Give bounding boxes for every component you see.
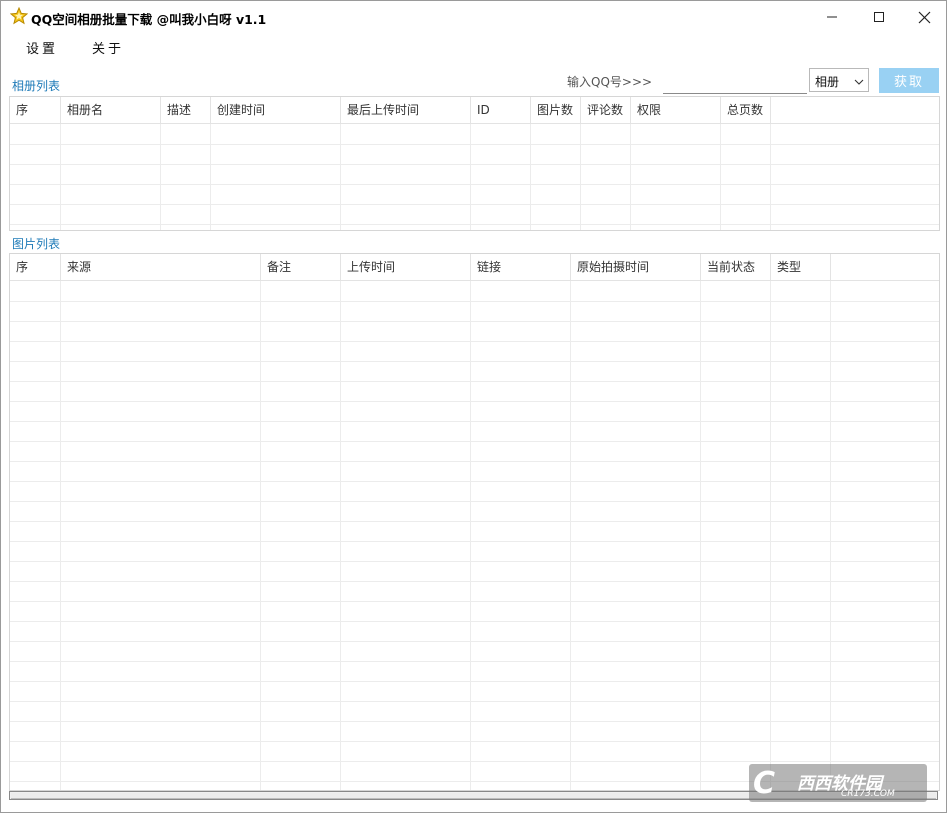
qq-input-label: 输入QQ号>>> [567,75,653,89]
close-button[interactable] [901,1,947,33]
menu-about[interactable]: 关于 [92,38,124,57]
grid-row-line [10,541,939,542]
photo-col-upload-time[interactable]: 上传时间 [341,254,471,280]
grid-row-line [10,184,939,185]
grid-row-line [10,204,939,205]
grid-column-line [570,281,571,790]
grid-column-line [60,281,61,790]
grid-column-line [470,281,471,790]
grid-column-line [700,281,701,790]
grid-row-line [10,601,939,602]
type-select-value: 相册 [815,75,840,89]
photo-col-type[interactable]: 类型 [771,254,831,280]
grid-row-line [10,761,939,762]
album-col-desc[interactable]: 描述 [161,97,211,123]
grid-row-line [10,421,939,422]
album-col-id[interactable]: ID [471,97,531,123]
maximize-button[interactable] [856,1,902,33]
photo-col-shoot-time[interactable]: 原始拍摄时间 [571,254,701,280]
type-select[interactable]: 相册 [809,68,869,92]
album-col-name[interactable]: 相册名 [61,97,161,123]
grid-column-line [470,124,471,230]
album-col-photo-count[interactable]: 图片数 [531,97,581,123]
chevron-down-icon [854,75,864,89]
grid-row-line [10,321,939,322]
grid-row-line [10,341,939,342]
album-table[interactable]: 序 相册名 描述 创建时间 最后上传时间 ID 图片数 评论数 权限 总页数 [9,96,940,231]
grid-row-line [10,641,939,642]
maximize-icon [874,12,884,22]
grid-column-line [770,124,771,230]
grid-row-line [10,581,939,582]
grid-row-line [10,224,939,225]
photo-col-link[interactable]: 链接 [471,254,571,280]
grid-column-line [630,124,631,230]
watermark-subtext: CR173.COM [841,789,895,799]
grid-row-line [10,701,939,702]
title-bar[interactable]: QQ空间相册批量下载 @叫我小白呀 v1.1 [1,1,946,33]
grid-row-line [10,721,939,722]
album-col-comment-count[interactable]: 评论数 [581,97,631,123]
grid-column-line [340,124,341,230]
menu-settings[interactable]: 设置 [26,38,58,57]
grid-column-line [580,124,581,230]
star-icon [9,6,29,25]
album-list-label: 相册列表 [12,79,61,93]
close-icon [918,11,930,23]
album-table-header: 序 相册名 描述 创建时间 最后上传时间 ID 图片数 评论数 权限 总页数 [10,97,939,124]
grid-row-line [10,561,939,562]
grid-column-line [720,124,721,230]
grid-row-line [10,361,939,362]
fetch-button[interactable]: 获取 [879,68,939,93]
grid-row-line [10,164,939,165]
grid-row-line [10,301,939,302]
album-col-index[interactable]: 序 [10,97,61,123]
grid-column-line [160,124,161,230]
grid-row-line [10,381,939,382]
album-col-last-upload[interactable]: 最后上传时间 [341,97,471,123]
qq-number-input[interactable] [663,71,807,94]
photo-list-label: 图片列表 [12,237,61,251]
grid-column-line [260,281,261,790]
album-col-created[interactable]: 创建时间 [211,97,341,123]
album-col-permission[interactable]: 权限 [631,97,721,123]
grid-row-line [10,681,939,682]
photo-col-note[interactable]: 备注 [261,254,341,280]
grid-row-line [10,741,939,742]
album-col-total-pages[interactable]: 总页数 [721,97,771,123]
minimize-button[interactable] [809,1,855,33]
minimize-icon [827,16,837,18]
watermark-logo: C 西西软件园 CR173.COM [749,764,927,802]
grid-column-line [530,124,531,230]
grid-column-line [770,281,771,790]
menu-bar: 设置 关于 [1,36,946,58]
grid-row-line [10,661,939,662]
grid-row-line [10,481,939,482]
grid-row-line [10,144,939,145]
photo-table[interactable]: 序 来源 备注 上传时间 链接 原始拍摄时间 当前状态 类型 [9,253,940,791]
photo-col-source[interactable]: 来源 [61,254,261,280]
photo-col-index[interactable]: 序 [10,254,61,280]
window-title: QQ空间相册批量下载 @叫我小白呀 v1.1 [31,12,267,27]
watermark-c-icon: C [753,766,776,801]
photo-table-header: 序 来源 备注 上传时间 链接 原始拍摄时间 当前状态 类型 [10,254,939,281]
grid-row-line [10,521,939,522]
grid-column-line [830,281,831,790]
app-window: QQ空间相册批量下载 @叫我小白呀 v1.1 设置 关于 相册列表 输入QQ号>… [0,0,947,813]
photo-col-status[interactable]: 当前状态 [701,254,771,280]
grid-row-line [10,441,939,442]
grid-row-line [10,501,939,502]
grid-row-line [10,461,939,462]
grid-row-line [10,621,939,622]
grid-row-line [10,401,939,402]
grid-column-line [210,124,211,230]
grid-column-line [340,281,341,790]
grid-column-line [60,124,61,230]
